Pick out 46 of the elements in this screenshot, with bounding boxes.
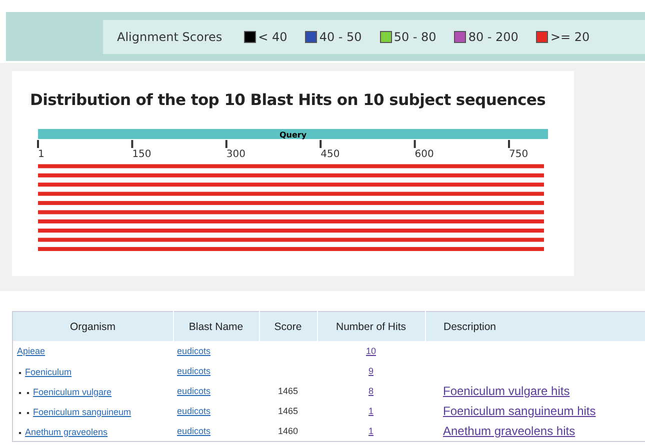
hits-link[interactable]: 9: [368, 366, 374, 376]
description-link[interactable]: Foeniculum vulgare hits: [443, 384, 570, 398]
legend-label: 50 - 80: [394, 30, 436, 44]
column-header: Blast Name: [173, 312, 259, 341]
tick-mark: [508, 140, 510, 148]
column-header: Description: [425, 312, 645, 341]
description-link[interactable]: Anethum graveolens hits: [443, 424, 576, 438]
tick-label: 750: [509, 149, 528, 160]
description-link[interactable]: Foeniculum sanguineum hits: [443, 404, 596, 418]
tick-mark: [37, 140, 39, 148]
blast-name-link[interactable]: eudicots: [177, 366, 211, 376]
hits-link[interactable]: 1: [368, 406, 374, 416]
organism-link[interactable]: Foeniculum: [25, 366, 72, 376]
query-label: Query: [279, 130, 307, 140]
blast-name-link[interactable]: eudicots: [177, 346, 211, 356]
legend-label: 80 - 200: [468, 30, 518, 44]
organism-link[interactable]: Foeniculum sanguineum: [33, 406, 132, 416]
tick-mark: [414, 140, 416, 148]
organism-link[interactable]: Apieae: [17, 346, 46, 356]
hits-link[interactable]: 10: [366, 346, 376, 356]
column-header: Score: [259, 312, 317, 341]
legend-label: >= 20: [550, 30, 590, 44]
legend-title: Alignment Scores: [117, 30, 222, 44]
tick-label: 300: [226, 149, 246, 160]
blast-name-link[interactable]: eudicots: [177, 386, 211, 396]
score-cell: 1465: [278, 386, 298, 396]
column-header: Number of Hits: [317, 312, 425, 341]
tick-label: 600: [414, 149, 434, 160]
tick-mark: [131, 140, 134, 148]
legend-label: 40 - 50: [319, 30, 362, 44]
organism-link[interactable]: Anethum graveolens: [25, 426, 108, 436]
tick-label: 450: [320, 149, 340, 160]
legend-label: < 40: [258, 30, 288, 44]
blast-name-link[interactable]: eudicots: [177, 406, 211, 416]
column-header: Organism: [12, 312, 173, 341]
score-cell: 1465: [278, 406, 298, 416]
tick-mark: [320, 140, 322, 148]
score-cell: 1460: [278, 426, 298, 436]
organism-link[interactable]: Foeniculum vulgare: [33, 386, 112, 396]
hits-link[interactable]: 8: [368, 386, 374, 396]
tick-mark: [225, 140, 228, 148]
blast-name-link[interactable]: eudicots: [177, 426, 211, 436]
tick-label: 150: [132, 149, 152, 160]
tick-label: 1: [38, 149, 44, 160]
graphic-title: Distribution of the top 10 Blast Hits on 10 subject sequences: [30, 91, 547, 109]
hits-link[interactable]: 1: [368, 426, 374, 436]
